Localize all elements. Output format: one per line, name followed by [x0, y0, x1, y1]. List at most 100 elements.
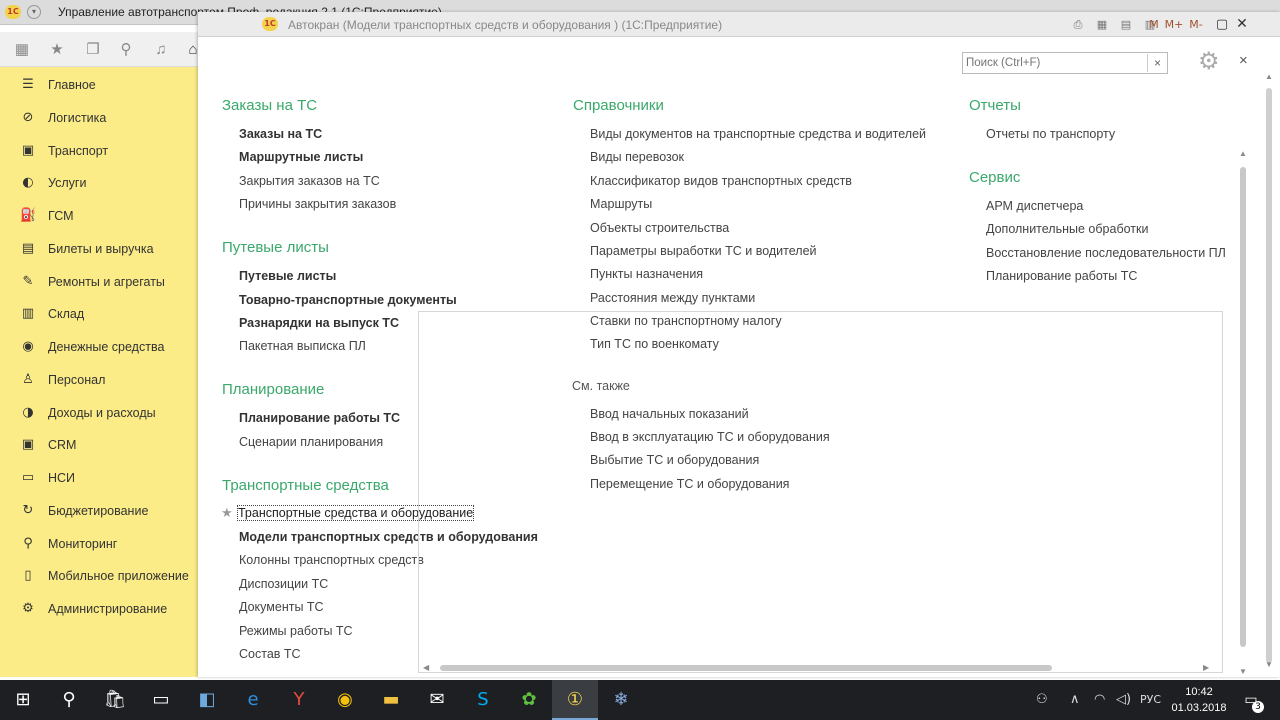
- history-icon[interactable]: ❐: [83, 41, 103, 59]
- link-batch-waybills[interactable]: Пакетная выписка ПЛ: [239, 339, 366, 353]
- sidebar-item-fuel[interactable]: ⛽ ГСМ: [0, 200, 198, 232]
- link-order-closures[interactable]: Закрытия заказов на ТС: [239, 174, 380, 188]
- vertical-scrollbar[interactable]: ▲ ▼: [1238, 97, 1250, 677]
- sidebar-item-crm[interactable]: ▣ CRM: [0, 429, 198, 461]
- window-restore-icon[interactable]: ▢: [1214, 16, 1230, 33]
- link-vehicle-models[interactable]: Модели транспортных средств и оборудован…: [239, 530, 538, 544]
- sidebar-item-warehouse[interactable]: ▥ Склад: [0, 298, 198, 330]
- link-distances[interactable]: Расстояния между пунктами: [590, 291, 755, 305]
- sidebar-item-repairs[interactable]: ✎ Ремонты и агрегаты: [0, 266, 198, 298]
- link-ttn[interactable]: Товарно-транспортные документы: [239, 293, 457, 307]
- link-commissioning[interactable]: Ввод в эксплуатацию ТС и оборудования: [590, 430, 830, 444]
- scroll-up-arrow-icon[interactable]: ▲: [1239, 149, 1247, 158]
- icq-icon[interactable]: ✿: [506, 680, 552, 720]
- link-vehicle-classifier[interactable]: Классификатор видов транспортных средств: [590, 174, 852, 188]
- link-construction-objects[interactable]: Объекты строительства: [590, 221, 729, 235]
- calendar-icon[interactable]: ▤: [1118, 16, 1134, 33]
- volume-icon[interactable]: ◁): [1116, 680, 1131, 720]
- snowflake-app-icon[interactable]: ❄: [598, 680, 644, 720]
- panel-close-button[interactable]: ×: [1239, 53, 1248, 69]
- file-explorer-icon[interactable]: ▬: [368, 680, 414, 720]
- link-dispatcher-workplace[interactable]: АРМ диспетчера: [986, 199, 1083, 213]
- link-closure-reasons[interactable]: Причины закрытия заказов: [239, 197, 396, 211]
- link-document-types[interactable]: Виды документов на транспортные средства…: [590, 127, 926, 141]
- sidebar-item-tickets[interactable]: ▤ Билеты и выручка: [0, 233, 198, 265]
- language-indicator[interactable]: РУС: [1140, 680, 1161, 720]
- spreadsheet-icon[interactable]: ▦: [1094, 16, 1110, 33]
- hscrollbar-thumb[interactable]: [440, 665, 1052, 671]
- link-military-type[interactable]: Тип ТС по военкомату: [590, 337, 719, 351]
- clock[interactable]: 10:42 01.03.2018: [1168, 684, 1230, 716]
- link-routes[interactable]: Маршруты: [590, 197, 652, 211]
- horizontal-scrollbar[interactable]: ◀ ▶: [423, 663, 1213, 673]
- link-dispositions[interactable]: Диспозиции ТС: [239, 577, 328, 591]
- link-planning-scenarios[interactable]: Сценарии планирования: [239, 435, 383, 449]
- link-vehicle-composition[interactable]: Состав ТС: [239, 647, 301, 661]
- search-input[interactable]: [964, 54, 1144, 72]
- link-work-planning[interactable]: Планирование работы ТС: [239, 411, 400, 425]
- outer-vertical-scrollbar[interactable]: ▲ ▼: [1262, 46, 1276, 676]
- window-close-icon[interactable]: ✕: [1234, 16, 1250, 33]
- print-icon[interactable]: ⎙: [1070, 16, 1086, 33]
- favorite-star-icon[interactable]: ★: [221, 506, 233, 521]
- sidebar-item-logistics[interactable]: ⊘ Логистика: [0, 102, 198, 134]
- link-additional-processing[interactable]: Дополнительные обработки: [986, 222, 1148, 236]
- outer-scroll-up-icon[interactable]: ▲: [1265, 72, 1273, 81]
- bell-icon[interactable]: ♫: [151, 41, 171, 59]
- link-route-sheets[interactable]: Маршрутные листы: [239, 150, 363, 164]
- mail-icon[interactable]: ✉: [414, 680, 460, 720]
- link-vehicle-columns[interactable]: Колонны транспортных средств: [239, 553, 424, 567]
- people-icon[interactable]: ⚇: [1036, 680, 1048, 720]
- taskbar-search-icon[interactable]: ⚲: [46, 680, 92, 720]
- link-output-params[interactable]: Параметры выработки ТС и водителей: [590, 244, 817, 258]
- link-vehicles-equipment[interactable]: Транспортные средства и оборудование: [236, 505, 475, 521]
- link-initial-readings[interactable]: Ввод начальных показаний: [590, 407, 749, 421]
- link-relocation[interactable]: Перемещение ТС и оборудования: [590, 477, 789, 491]
- network-icon[interactable]: ◠: [1094, 680, 1105, 720]
- yandex-browser-icon[interactable]: Y: [276, 680, 322, 720]
- sidebar-item-admin[interactable]: ⚙ Администрирование: [0, 593, 198, 625]
- sidebar-item-monitoring[interactable]: ⚲ Мониторинг: [0, 528, 198, 560]
- scroll-right-arrow-icon[interactable]: ▶: [1203, 663, 1209, 672]
- link-orders[interactable]: Заказы на ТС: [239, 127, 322, 141]
- sidebar-item-main[interactable]: ☰ Главное: [0, 69, 198, 101]
- sidebar-item-services[interactable]: ◐ Услуги: [0, 167, 198, 199]
- apps-grid-icon[interactable]: ▦: [12, 41, 32, 59]
- favorites-star-icon[interactable]: ★: [47, 41, 67, 59]
- search-icon[interactable]: ⚲: [116, 41, 136, 59]
- outer-scroll-down-icon[interactable]: ▼: [1265, 660, 1273, 669]
- link-service-work-planning[interactable]: Планирование работы ТС: [986, 269, 1137, 283]
- memory-m-button[interactable]: M: [1144, 16, 1164, 33]
- link-transport-types[interactable]: Виды перевозок: [590, 150, 684, 164]
- sidebar-item-nsi[interactable]: ▭ НСИ: [0, 462, 198, 494]
- memory-minus-button[interactable]: M-: [1186, 16, 1206, 33]
- link-sequence-restore[interactable]: Восстановление последовательности ПЛ: [986, 246, 1226, 260]
- menu-circle-icon[interactable]: ▾: [27, 5, 41, 19]
- sidebar-item-transport[interactable]: ▣ Транспорт: [0, 135, 198, 167]
- chrome-icon[interactable]: ◉: [322, 680, 368, 720]
- link-waybills[interactable]: Путевые листы: [239, 269, 336, 283]
- link-disposal[interactable]: Выбытие ТС и оборудования: [590, 453, 759, 467]
- scroll-down-arrow-icon[interactable]: ▼: [1239, 667, 1247, 676]
- media-icon[interactable]: ◧: [184, 680, 230, 720]
- scroll-left-arrow-icon[interactable]: ◀: [423, 663, 429, 672]
- sidebar-item-budget[interactable]: ↻ Бюджетирование: [0, 495, 198, 527]
- skype-icon[interactable]: S: [460, 680, 506, 720]
- outer-scrollbar-thumb[interactable]: [1266, 88, 1272, 663]
- link-tax-rates[interactable]: Ставки по транспортному налогу: [590, 314, 782, 328]
- tray-chevron-icon[interactable]: ∧: [1070, 680, 1080, 720]
- sidebar-item-money[interactable]: ◉ Денежные средства: [0, 331, 198, 363]
- scrollbar-thumb[interactable]: [1240, 167, 1246, 647]
- search-clear-button[interactable]: ×: [1147, 54, 1167, 72]
- link-dispatch-orders[interactable]: Разнарядки на выпуск ТС: [239, 316, 399, 330]
- windows-start-icon[interactable]: ⊞: [0, 680, 46, 720]
- store-icon[interactable]: 🛍: [92, 680, 138, 720]
- sidebar-item-personnel[interactable]: ♙ Персонал: [0, 364, 198, 396]
- settings-gear-icon[interactable]: ⚙: [1198, 49, 1220, 73]
- memory-plus-button[interactable]: M+: [1164, 16, 1184, 33]
- sidebar-item-income[interactable]: ◑ Доходы и расходы: [0, 397, 198, 429]
- computer-icon[interactable]: ▭: [138, 680, 184, 720]
- sidebar-item-mobile[interactable]: ▯ Мобильное приложение: [0, 560, 198, 592]
- notifications-icon[interactable]: ▭ 3: [1240, 689, 1264, 713]
- 1c-app-icon[interactable]: ①: [552, 680, 598, 720]
